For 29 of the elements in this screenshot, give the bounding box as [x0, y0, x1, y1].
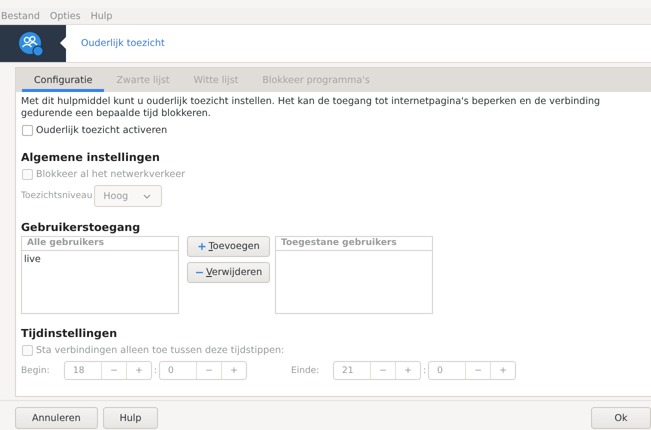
tab[interactable]: Blokkeer programma's [250, 68, 382, 92]
level-label: Toezichtsniveau [21, 191, 92, 201]
menu-item[interactable]: Opties [50, 10, 81, 22]
section-heading: Gebruikerstoegang [21, 221, 142, 234]
time-separator: : [423, 366, 426, 376]
section-heading: Algemene instellingen [21, 151, 161, 164]
footer-button[interactable]: Annuleren [15, 407, 98, 429]
section-heading: Tijdinstellingen [21, 327, 118, 340]
ok-button[interactable]: Ok [591, 407, 651, 429]
tab[interactable]: Zwarte lijst [104, 68, 182, 92]
page-title: Ouderlijk toezicht [81, 38, 165, 49]
users-icon [18, 30, 44, 56]
remove-button[interactable]: − Verwijderen [187, 262, 270, 283]
tab[interactable]: Witte lijst [182, 68, 250, 92]
time-separator: : [154, 366, 158, 376]
tab[interactable]: Configuratie [22, 68, 104, 92]
intro-text: Met dit hulpmiddel kunt u ouderlijk toezicht instellen. Het kan de toegang tot internetpagina's beperken en de verbinding gedurende een bepaalde tijd blokkeren. [21, 96, 602, 120]
column-header: Toegestane gebruikers [276, 237, 432, 251]
menu-item[interactable]: Bestand [1, 10, 40, 22]
add-button[interactable]: + Toevoegen [187, 236, 270, 257]
chevron-down-icon [143, 194, 152, 198]
pointer-notch [60, 37, 66, 49]
column-header: Alle gebruikers [22, 237, 178, 251]
menu-item[interactable]: Hulp [90, 10, 112, 22]
time-label: Einde: [291, 366, 320, 376]
user-list-item[interactable]: live [22, 251, 178, 268]
activate-checkbox[interactable]: Ouderlijk toezicht activeren [21, 123, 647, 137]
time-label: Begin: [21, 366, 51, 376]
footer-button[interactable]: Hulp [102, 407, 158, 429]
